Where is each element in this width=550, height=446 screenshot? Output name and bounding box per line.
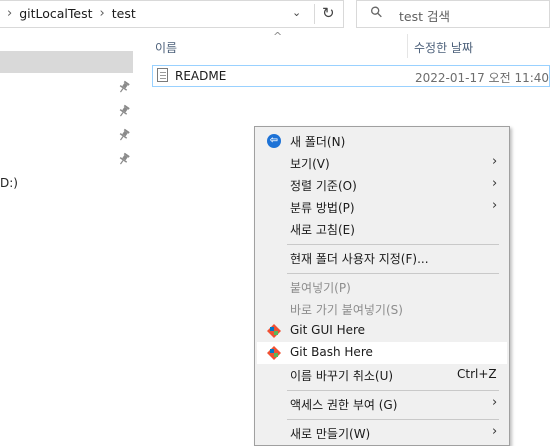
- breadcrumb-item-gitlocaltest[interactable]: gitLocalTest: [19, 6, 92, 21]
- menu-item-label: 새로 고침(E): [290, 223, 355, 237]
- pin-icon: [115, 151, 132, 169]
- menu-item-label: 보기(V): [290, 157, 330, 171]
- menu-item-label: 새로 만들기(W): [290, 427, 371, 441]
- menu-item-new-folder[interactable]: ⇦ 새 폴더(N): [257, 130, 507, 152]
- submenu-arrow-icon: ›: [492, 395, 498, 410]
- submenu-arrow-icon: ›: [492, 154, 498, 169]
- menu-item-label: 정렬 기준(O): [290, 179, 357, 193]
- sort-ascending-icon: ^: [273, 30, 283, 43]
- search-placeholder[interactable]: test 검색: [399, 6, 450, 25]
- document-icon: [157, 68, 168, 82]
- file-row-readme[interactable]: README 2022-01-17 오전 11:40: [152, 65, 550, 87]
- file-name: README: [175, 69, 227, 83]
- column-header-date-modified[interactable]: 수정한 날짜: [414, 39, 473, 56]
- search-icon: ⚲: [366, 1, 387, 23]
- breadcrumb-separator-icon: ›: [7, 6, 13, 21]
- menu-item-paste: 붙여넣기(P): [257, 276, 507, 298]
- address-dropdown-icon[interactable]: ⌄: [292, 6, 301, 19]
- breadcrumb-separator-icon: ›: [99, 6, 105, 21]
- menu-item-git-bash-here[interactable]: Git Bash Here: [257, 342, 507, 364]
- menu-separator: [287, 244, 499, 245]
- pin-icon: [115, 127, 132, 145]
- navigation-pane: D:): [0, 28, 136, 437]
- address-divider: [314, 4, 315, 24]
- menu-item-group-by[interactable]: 분류 방법(P) ›: [257, 196, 507, 218]
- git-icon: [266, 345, 282, 361]
- globe-icon: ⇦: [267, 134, 281, 148]
- menu-item-label: 이름 바꾸기 취소(U): [290, 369, 394, 383]
- address-bar[interactable]: › gitLocalTest › test ⌄ ↻: [0, 0, 344, 28]
- menu-item-give-access[interactable]: 액세스 권한 부여 (G) ›: [257, 393, 507, 415]
- menu-item-label: 현재 폴더 사용자 지정(F)...: [290, 252, 429, 266]
- search-box[interactable]: ⚲ test 검색: [356, 0, 550, 28]
- submenu-arrow-icon: ›: [492, 176, 498, 191]
- menu-item-new[interactable]: 새로 만들기(W) ›: [257, 422, 507, 444]
- menu-item-label: 붙여넣기(P): [290, 281, 351, 295]
- breadcrumb: › gitLocalTest › test: [0, 6, 136, 21]
- menu-item-git-gui-here[interactable]: Git GUI Here: [257, 320, 507, 342]
- git-icon: [266, 323, 282, 339]
- menu-item-view[interactable]: 보기(V) ›: [257, 152, 507, 174]
- column-header-name[interactable]: 이름: [155, 39, 177, 56]
- menu-item-paste-shortcut: 바로 가기 붙여넣기(S): [257, 298, 507, 320]
- refresh-icon[interactable]: ↻: [322, 4, 335, 22]
- column-divider[interactable]: [407, 34, 408, 58]
- menu-item-sort-by[interactable]: 정렬 기준(O) ›: [257, 174, 507, 196]
- menu-item-label: 바로 가기 붙여넣기(S): [290, 303, 403, 317]
- menu-item-label: Git Bash Here: [290, 345, 373, 359]
- submenu-arrow-icon: ›: [492, 198, 498, 213]
- context-menu: ⇦ 새 폴더(N) 보기(V) › 정렬 기준(O) › 분류 방법(P) › …: [254, 126, 510, 446]
- menu-item-customize-folder[interactable]: 현재 폴더 사용자 지정(F)...: [257, 247, 507, 269]
- menu-separator: [287, 273, 499, 274]
- menu-item-label: 분류 방법(P): [290, 201, 355, 215]
- nav-item-selected[interactable]: [0, 51, 133, 73]
- menu-item-label: 액세스 권한 부여 (G): [290, 398, 398, 412]
- menu-item-label: 새 폴더(N): [290, 135, 346, 149]
- pin-icon: [115, 103, 132, 121]
- pin-icon: [115, 79, 132, 97]
- menu-item-label: Git GUI Here: [290, 323, 366, 337]
- menu-separator: [287, 419, 499, 420]
- breadcrumb-item-test[interactable]: test: [112, 6, 136, 21]
- menu-separator: [287, 390, 499, 391]
- menu-item-shortcut: Ctrl+Z: [457, 367, 497, 381]
- nav-item-drive-d[interactable]: D:): [0, 176, 18, 190]
- menu-item-refresh[interactable]: 새로 고침(E): [257, 218, 507, 240]
- menu-item-undo-rename[interactable]: 이름 바꾸기 취소(U) Ctrl+Z: [257, 364, 507, 386]
- file-date-modified: 2022-01-17 오전 11:40: [415, 71, 550, 85]
